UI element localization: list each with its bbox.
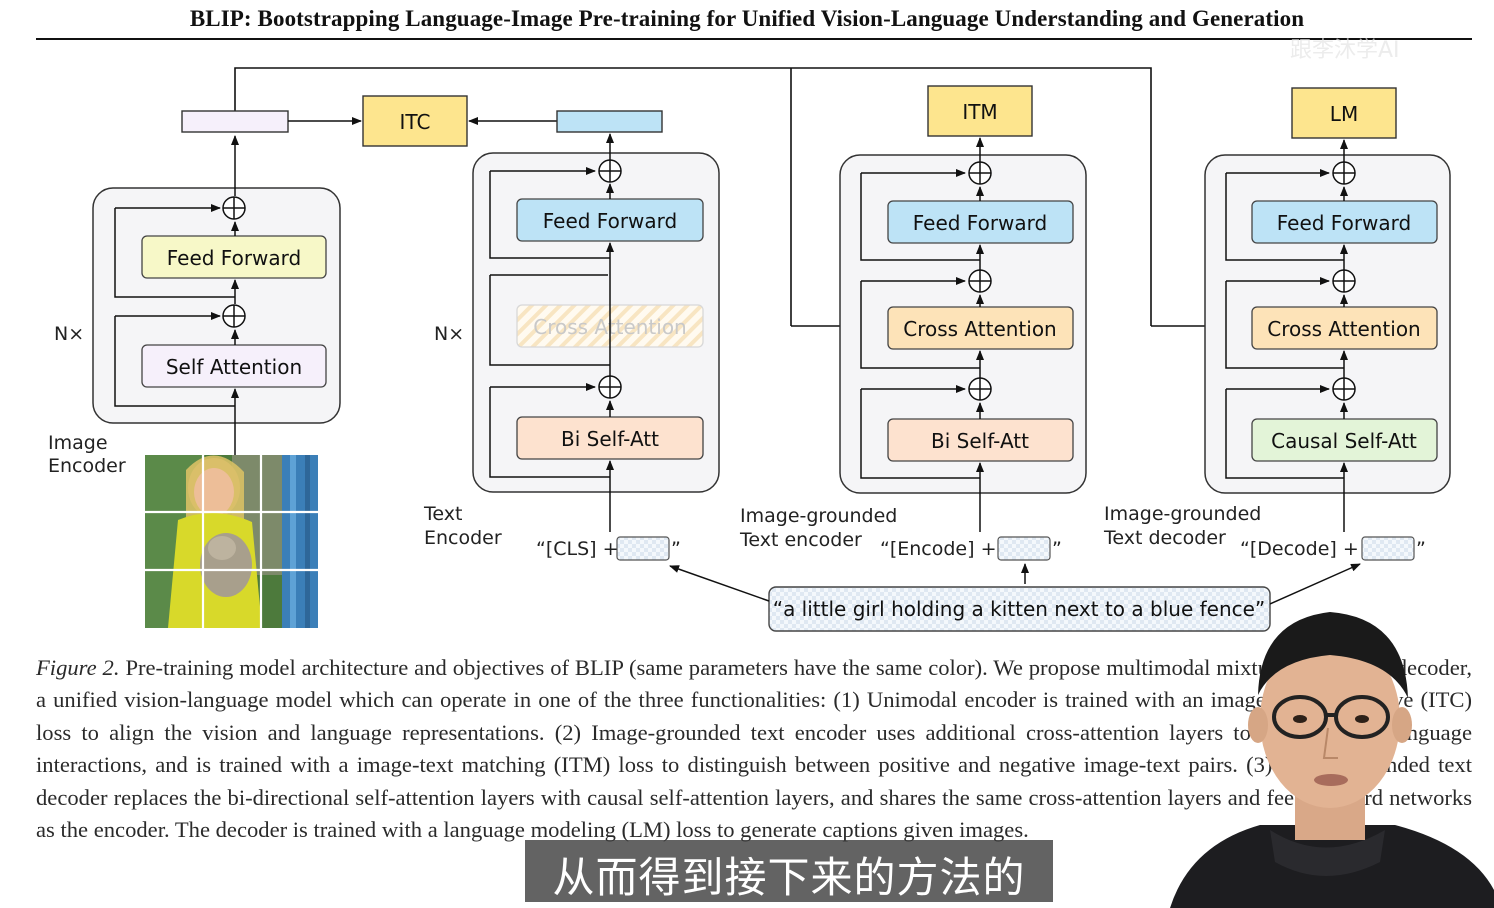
image-embedding-vector [181, 110, 289, 133]
image-self-attention-label: Self Attention [166, 355, 302, 379]
encoder-cross-attention-label: Cross Attention [903, 317, 1057, 341]
lm-label: LM [1330, 102, 1358, 126]
itc-label: ITC [400, 110, 431, 134]
grounded-encoder-label-line2: Text encoder [739, 529, 862, 551]
encoder-feed-forward-label: Feed Forward [913, 211, 1048, 235]
grounded-encoder-encode-token: “[Encode] + [880, 538, 997, 560]
text-encoder-cls-token: “[CLS] + [536, 538, 619, 560]
image-grounded-text-decoder-module: Feed Forward Cross Attention Causal Self… [1103, 139, 1451, 561]
decoder-cross-attention-label: Cross Attention [1267, 317, 1421, 341]
text-encoder-token-close: ” [671, 538, 681, 560]
grounded-decoder-label-line1: Image-grounded [1104, 503, 1261, 525]
image-feed-forward-label: Feed Forward [167, 246, 302, 270]
text-encoder-token-placeholder [616, 536, 670, 561]
architecture-diagram: Feed Forward Self Attention N× Image Enc… [48, 67, 1451, 632]
text-feed-forward-label: Feed Forward [543, 209, 678, 233]
itm-label: ITM [962, 100, 997, 124]
input-image-girl-with-kitten [145, 455, 318, 628]
image-encoder-repeat-label: N× [54, 323, 84, 345]
encoder-bi-self-att-label: Bi Self-Att [931, 429, 1029, 453]
grounded-encoder-token-close: ” [1052, 538, 1062, 560]
decoder-causal-self-att-label: Causal Self-Att [1271, 429, 1417, 453]
text-bi-self-att-label: Bi Self-Att [561, 427, 659, 451]
figure-label: Figure 2. [36, 655, 120, 680]
text-encoder-module: Feed Forward Cross Attention Bi Self-Att… [423, 133, 720, 561]
grounded-decoder-decode-token: “[Decode] + [1240, 538, 1359, 560]
text-encoder-label-line1: Text [423, 503, 462, 525]
image-encoder-label-line1: Image [48, 432, 108, 454]
text-encoder-repeat-label: N× [434, 323, 464, 345]
presenter-video-overlay [1170, 612, 1494, 908]
grounded-decoder-token-placeholder [1361, 536, 1415, 561]
grounded-decoder-token-close: ” [1416, 538, 1426, 560]
image-encoder-label-line2: Encoder [48, 455, 126, 477]
grounded-decoder-label-line2: Text decoder [1103, 527, 1226, 549]
grounded-encoder-label-line1: Image-grounded [740, 505, 897, 527]
text-encoder-label-line2: Encoder [424, 527, 502, 549]
image-encoder-module: Feed Forward Self Attention N× Image Enc… [48, 135, 341, 477]
video-subtitle: 从而得到接下来的方法的 [552, 853, 1026, 902]
text-embedding-vector [556, 110, 663, 133]
grounded-encoder-token-placeholder [997, 536, 1051, 561]
decoder-feed-forward-label: Feed Forward [1277, 211, 1412, 235]
